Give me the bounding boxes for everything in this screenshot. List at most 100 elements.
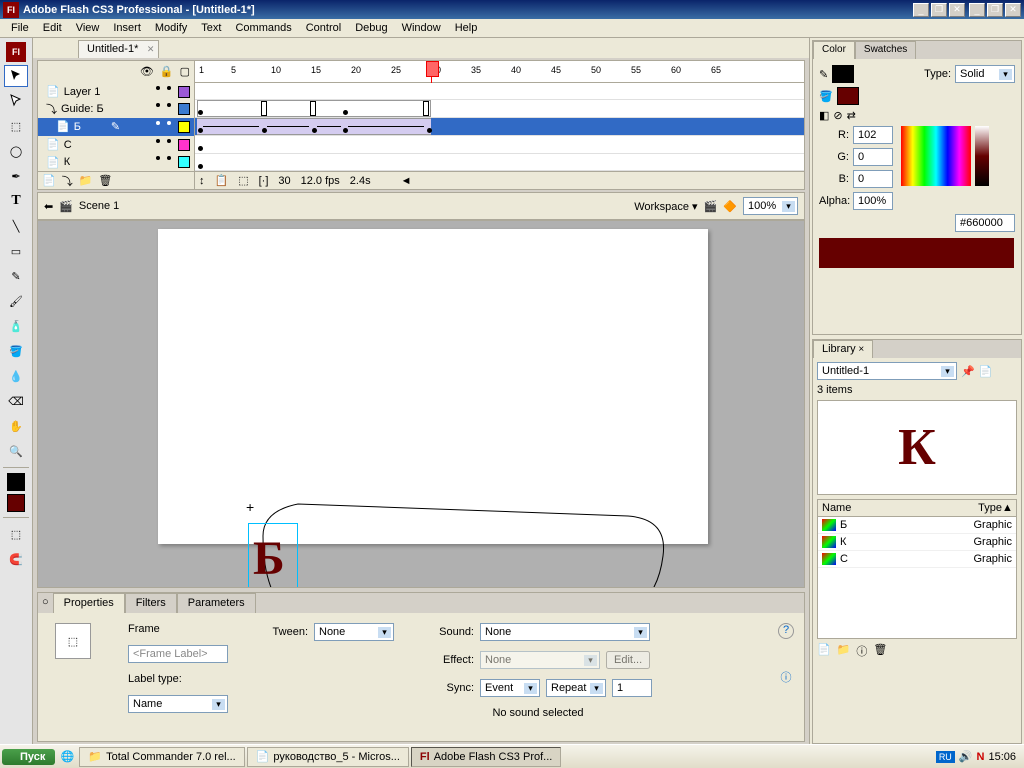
frames-area[interactable]: 1 5 10 15 20 25 30 35 40 45 50 55 60 65 bbox=[195, 61, 804, 189]
layer-row[interactable]: 📄С bbox=[38, 136, 194, 154]
layer-row[interactable]: 📄К bbox=[38, 154, 194, 172]
magnet-toggle[interactable]: 🧲 bbox=[4, 548, 28, 570]
tray-icon[interactable]: 🔊 bbox=[959, 750, 973, 763]
fill-color[interactable] bbox=[7, 494, 25, 512]
new-library-icon[interactable]: 📄 bbox=[979, 365, 993, 378]
tab-close-icon[interactable]: ✕ bbox=[147, 44, 155, 55]
restore-button[interactable]: ❐ bbox=[931, 3, 947, 17]
help-icon[interactable]: ? bbox=[778, 623, 794, 639]
fill-swatch[interactable] bbox=[837, 87, 859, 105]
stage[interactable] bbox=[158, 229, 708, 544]
hand-tool[interactable]: ✋ bbox=[4, 415, 28, 437]
black-white-icon[interactable]: ◧ bbox=[819, 109, 829, 122]
layer-row[interactable]: 📄Layer 1 bbox=[38, 83, 194, 101]
menu-control[interactable]: Control bbox=[299, 20, 348, 36]
line-tool[interactable]: ╲ bbox=[4, 215, 28, 237]
menu-commands[interactable]: Commands bbox=[228, 20, 298, 36]
list-item[interactable]: СGraphic bbox=[818, 551, 1016, 568]
menu-window[interactable]: Window bbox=[395, 20, 448, 36]
menu-edit[interactable]: Edit bbox=[36, 20, 69, 36]
menu-modify[interactable]: Modify bbox=[148, 20, 194, 36]
start-button[interactable]: Пуск bbox=[2, 749, 55, 765]
ink-bottle-tool[interactable]: 🧴 bbox=[4, 315, 28, 337]
color-type-dropdown[interactable]: Solid bbox=[955, 65, 1015, 83]
frame-track[interactable] bbox=[195, 83, 804, 101]
delete-layer-button[interactable]: 🗑 bbox=[98, 174, 112, 187]
free-transform-tool[interactable]: ⬚ bbox=[4, 115, 28, 137]
edit-symbol-icon[interactable]: 🔶 bbox=[723, 200, 737, 213]
stage-symbol[interactable]: Б bbox=[253, 531, 285, 586]
new-folder-button[interactable]: 📁 bbox=[837, 643, 851, 659]
edit-scene-icon[interactable]: 🎬 bbox=[704, 200, 718, 213]
layer-row-guide[interactable]: ⤵Guide: Б bbox=[38, 100, 194, 118]
repeat-dropdown[interactable]: Repeat bbox=[546, 679, 606, 697]
delete-button[interactable]: 🗑 bbox=[873, 643, 887, 659]
frame-track-selected[interactable] bbox=[195, 118, 804, 136]
color-brightness-bar[interactable] bbox=[975, 126, 989, 186]
library-doc-dropdown[interactable]: Untitled-1 bbox=[817, 362, 957, 380]
add-guide-button[interactable]: ⤵ bbox=[62, 173, 73, 189]
minimize-button[interactable]: _ bbox=[913, 3, 929, 17]
properties-button[interactable]: ⓘ bbox=[856, 643, 867, 659]
eraser-tool[interactable]: ⌫ bbox=[4, 390, 28, 412]
visibility-icon[interactable]: 👁 bbox=[140, 65, 154, 78]
info-icon[interactable]: ⓘ bbox=[778, 669, 794, 685]
brush-tool[interactable]: 🖌 bbox=[4, 290, 28, 312]
edit-scene-button[interactable]: ⬅ bbox=[44, 200, 53, 213]
document-tab[interactable]: Untitled-1*✕ bbox=[78, 40, 159, 58]
color-spectrum[interactable] bbox=[901, 126, 971, 186]
zoom-tool[interactable]: 🔍 bbox=[4, 440, 28, 462]
pen-tool[interactable]: ✒ bbox=[4, 165, 28, 187]
new-symbol-button[interactable]: 📄 bbox=[817, 643, 831, 659]
snap-toggle[interactable]: ⬚ bbox=[4, 523, 28, 545]
tab-parameters[interactable]: Parameters bbox=[177, 593, 256, 613]
alpha-input[interactable]: 100% bbox=[853, 192, 893, 210]
library-list[interactable]: NameType▲ БGraphic КGraphic СGraphic bbox=[817, 499, 1017, 639]
close-button[interactable]: ✕ bbox=[949, 3, 965, 17]
taskbar-button[interactable]: 📁Total Commander 7.0 rel... bbox=[79, 747, 244, 767]
frame-ruler[interactable]: 1 5 10 15 20 25 30 35 40 45 50 55 60 65 bbox=[195, 61, 804, 83]
tab-swatches[interactable]: Swatches bbox=[855, 41, 916, 59]
add-folder-button[interactable]: 📁 bbox=[79, 174, 93, 187]
no-color-icon[interactable]: ⊘ bbox=[833, 109, 842, 122]
tween-dropdown[interactable]: None bbox=[314, 623, 394, 641]
menu-view[interactable]: View bbox=[69, 20, 107, 36]
taskbar-button-active[interactable]: FlAdobe Flash CS3 Prof... bbox=[411, 747, 561, 767]
pin-icon[interactable]: 📌 bbox=[961, 365, 975, 378]
tab-color[interactable]: Color bbox=[813, 41, 855, 59]
repeat-count-input[interactable]: 1 bbox=[612, 679, 652, 697]
zoom-dropdown[interactable]: 100% bbox=[743, 197, 798, 215]
menu-insert[interactable]: Insert bbox=[106, 20, 148, 36]
eyedropper-tool[interactable]: 💧 bbox=[4, 365, 28, 387]
g-input[interactable]: 0 bbox=[853, 148, 893, 166]
menu-text[interactable]: Text bbox=[194, 20, 228, 36]
rectangle-tool[interactable]: ▭ bbox=[4, 240, 28, 262]
quick-launch-icon[interactable]: 🌐 bbox=[57, 750, 77, 763]
scene-name[interactable]: Scene 1 bbox=[79, 200, 119, 212]
sync-dropdown[interactable]: Event bbox=[480, 679, 540, 697]
language-indicator[interactable]: RU bbox=[936, 751, 955, 763]
label-type-dropdown[interactable]: Name bbox=[128, 695, 228, 713]
text-tool[interactable]: T bbox=[4, 190, 28, 212]
workspace-button[interactable]: Workspace ▾ bbox=[634, 200, 697, 213]
paint-bucket-tool[interactable]: 🪣 bbox=[4, 340, 28, 362]
sound-dropdown[interactable]: None bbox=[480, 623, 650, 641]
pencil-tool[interactable]: ✎ bbox=[4, 265, 28, 287]
stage-area[interactable]: + Б bbox=[37, 220, 805, 588]
pencil-stroke-icon[interactable]: ✎ bbox=[819, 68, 828, 81]
frame-track[interactable] bbox=[195, 136, 804, 154]
list-item[interactable]: КGraphic bbox=[818, 534, 1016, 551]
menu-help[interactable]: Help bbox=[448, 20, 485, 36]
layer-row-selected[interactable]: 📄Б ✎ bbox=[38, 118, 194, 136]
stroke-swatch[interactable] bbox=[832, 65, 854, 83]
add-layer-button[interactable]: 📄 bbox=[42, 174, 56, 187]
taskbar-button[interactable]: 📄руководство_5 - Micros... bbox=[247, 747, 409, 767]
tab-library[interactable]: Library × bbox=[813, 340, 873, 358]
tab-properties[interactable]: Properties bbox=[53, 593, 125, 613]
doc-restore-button[interactable]: ❐ bbox=[987, 3, 1003, 17]
frame-track[interactable] bbox=[195, 154, 804, 172]
bucket-fill-icon[interactable]: 🪣 bbox=[819, 90, 833, 103]
frame-label-input[interactable]: <Frame Label> bbox=[128, 645, 228, 663]
lock-icon[interactable]: 🔒 bbox=[160, 65, 174, 78]
swap-colors-icon[interactable]: ⇄ bbox=[847, 109, 856, 122]
